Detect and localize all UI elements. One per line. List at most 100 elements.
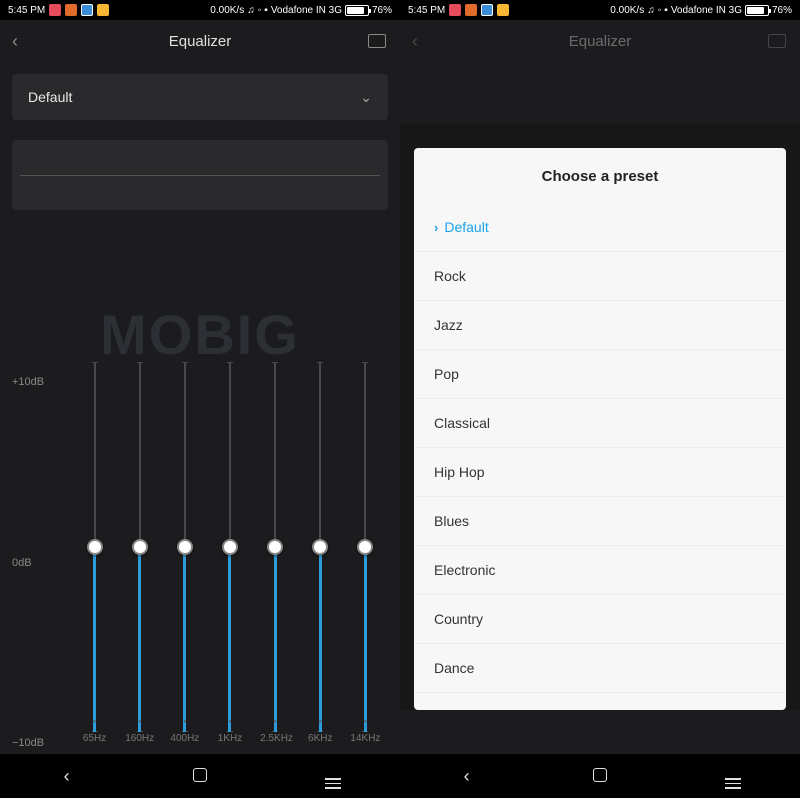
slider-track (364, 362, 366, 732)
slider-thumb[interactable] (132, 539, 148, 555)
freq-dots-row: ••••••• (72, 717, 388, 726)
square-icon (193, 768, 207, 782)
slider-track (229, 362, 231, 732)
eq-slider[interactable] (350, 362, 380, 732)
battery-icon (345, 5, 369, 16)
preset-item[interactable]: Rock (414, 252, 786, 301)
preset-item[interactable]: Jazz (414, 301, 786, 350)
nav-recents-button[interactable] (713, 764, 753, 789)
status-app-icon (49, 4, 61, 16)
preset-item-label: Classical (434, 415, 490, 431)
preset-item-label: Dance (434, 660, 474, 676)
status-battery-pct: 76% (772, 5, 792, 16)
nav-back-button[interactable]: ‹ (447, 766, 487, 787)
header-action-button (768, 34, 788, 48)
modal-overlay[interactable]: Choose a preset › Default Rock Jazz Pop Class… (400, 124, 800, 710)
eq-sliders (72, 362, 388, 714)
freq-label: 65Hz (80, 733, 110, 744)
content: Default ⌄ MOBIG +10dB 0dB −10dB ••••••• … (0, 62, 400, 754)
eq-slider[interactable] (80, 362, 110, 732)
back-button: ‹ (412, 31, 432, 52)
signal-icon: ▪ (664, 5, 668, 16)
slider-thumb[interactable] (267, 539, 283, 555)
preset-item[interactable]: Classical (414, 399, 786, 448)
equalizer-area: +10dB 0dB −10dB ••••••• 65Hz160Hz400Hz1K… (12, 362, 388, 754)
slider-thumb[interactable] (357, 539, 373, 555)
back-button[interactable]: ‹ (12, 31, 32, 52)
preset-item[interactable]: Dance (414, 644, 786, 693)
freq-label: 6KHz (305, 733, 335, 744)
phone-right: 5:45 PM 0.00K/s ♫ ◦ ▪ Vodafone IN 3G 76%… (400, 0, 800, 798)
freq-label: 160Hz (125, 733, 155, 744)
status-data-rate: 0.00K/s (210, 5, 244, 16)
preset-dropdown[interactable]: Default ⌄ (12, 74, 388, 120)
watermark: MOBIG (100, 302, 300, 367)
slider-fill (319, 547, 322, 732)
status-left: 5:45 PM (408, 4, 509, 16)
preset-item[interactable]: Country (414, 595, 786, 644)
status-data-rate: 0.00K/s (610, 5, 644, 16)
status-app-icon (497, 4, 509, 16)
status-carrier: Vodafone IN 3G (671, 5, 742, 16)
slider-thumb[interactable] (87, 539, 103, 555)
preset-item-label: Rock (434, 268, 466, 284)
status-app-icon (81, 4, 93, 16)
slider-thumb[interactable] (177, 539, 193, 555)
panel-icon (768, 34, 786, 48)
preset-item[interactable]: Electronic (414, 546, 786, 595)
preset-dropdown-label: Default (28, 89, 72, 105)
status-app-icon (65, 4, 77, 16)
menu-icon (725, 778, 741, 789)
wifi-icon: ◦ (658, 5, 662, 16)
freq-label: 400Hz (170, 733, 200, 744)
freq-dot: • (215, 717, 245, 726)
slider-fill (183, 547, 186, 732)
status-right: 0.00K/s ♫ ◦ ▪ Vodafone IN 3G 76% (610, 5, 792, 16)
status-left: 5:45 PM (8, 4, 109, 16)
status-bar: 5:45 PM 0.00K/s ♫ ◦ ▪ Vodafone IN 3G 76% (400, 0, 800, 20)
preset-list: › Default Rock Jazz Pop Classical Hip Hop Blues… (414, 203, 786, 710)
dialog-title: Choose a preset (414, 148, 786, 203)
slider-fill (93, 547, 96, 732)
preset-item[interactable]: Hip Hop (414, 448, 786, 497)
slider-fill (228, 547, 231, 732)
slider-thumb[interactable] (222, 539, 238, 555)
signal-icon: ▪ (264, 5, 268, 16)
slider-fill (138, 547, 141, 732)
panel-icon (368, 34, 386, 48)
waveform-preview (12, 140, 388, 210)
eq-slider[interactable] (125, 362, 155, 732)
eq-slider[interactable] (215, 362, 245, 732)
headphones-icon: ♫ (647, 5, 655, 16)
nav-home-button[interactable] (580, 766, 620, 787)
preset-item-label: Pop (434, 366, 459, 382)
nav-back-button[interactable]: ‹ (47, 766, 87, 787)
status-app-icon (465, 4, 477, 16)
slider-fill (274, 547, 277, 732)
preset-item-label: Default (444, 219, 488, 235)
status-carrier: Vodafone IN 3G (271, 5, 342, 16)
preset-item-label: Blues (434, 513, 469, 529)
slider-thumb[interactable] (312, 539, 328, 555)
battery-icon (745, 5, 769, 16)
content: Choose a preset › Default Rock Jazz Pop Class… (400, 62, 800, 754)
nav-recents-button[interactable] (313, 764, 353, 789)
eq-slider[interactable] (260, 362, 290, 732)
preset-item[interactable]: › Default (414, 203, 786, 252)
preset-item[interactable]: Blues (414, 497, 786, 546)
check-icon: › (434, 220, 438, 235)
status-time: 5:45 PM (408, 5, 445, 16)
nav-home-button[interactable] (180, 766, 220, 787)
preset-item[interactable]: Pop (414, 350, 786, 399)
headphones-icon: ♫ (247, 5, 255, 16)
eq-slider[interactable] (170, 362, 200, 732)
preset-item[interactable]: Metal (414, 693, 786, 710)
header-action-button[interactable] (368, 34, 388, 48)
wifi-icon: ◦ (258, 5, 262, 16)
eq-slider[interactable] (305, 362, 335, 732)
header: ‹ Equalizer (0, 20, 400, 62)
status-time: 5:45 PM (8, 5, 45, 16)
page-title: Equalizer (32, 33, 368, 50)
slider-track (274, 362, 276, 732)
status-bar: 5:45 PM 0.00K/s ♫ ◦ ▪ Vodafone IN 3G 76% (0, 0, 400, 20)
